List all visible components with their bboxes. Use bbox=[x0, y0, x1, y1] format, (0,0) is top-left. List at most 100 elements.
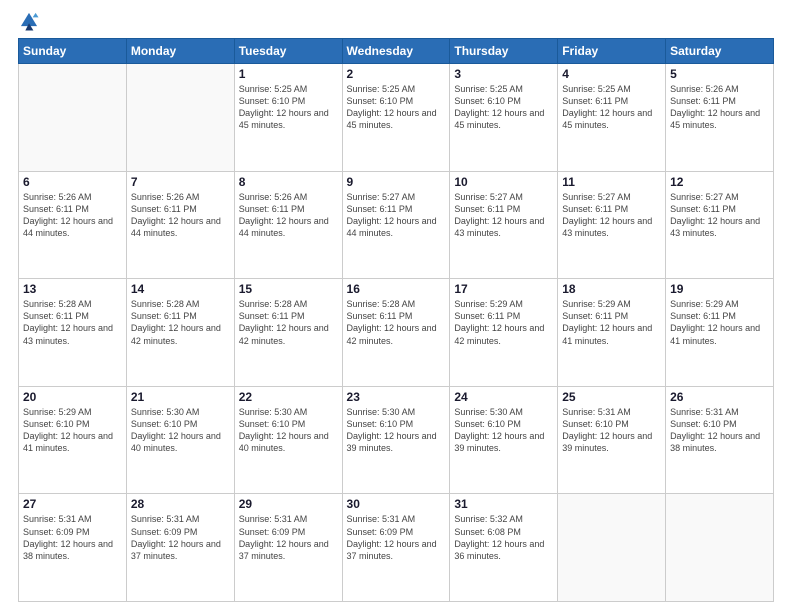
calendar-cell: 19 Sunrise: 5:29 AM Sunset: 6:11 PM Dayli… bbox=[666, 279, 774, 387]
day-number: 15 bbox=[239, 282, 338, 296]
calendar-cell: 28 Sunrise: 5:31 AM Sunset: 6:09 PM Dayli… bbox=[126, 494, 234, 602]
day-info: Sunrise: 5:31 AM Sunset: 6:10 PM Dayligh… bbox=[670, 406, 769, 455]
calendar-cell: 20Sunrise: 5:29 AM Sunset: 6:10 PM Dayli… bbox=[19, 386, 127, 494]
day-number: 19 bbox=[670, 282, 769, 296]
day-number: 11 bbox=[562, 175, 661, 189]
day-number: 31 bbox=[454, 497, 553, 511]
day-number: 24 bbox=[454, 390, 553, 404]
calendar-cell: 23 Sunrise: 5:30 AM Sunset: 6:10 PM Dayli… bbox=[342, 386, 450, 494]
calendar-cell bbox=[126, 64, 234, 172]
calendar-cell: 27 Sunrise: 5:31 AM Sunset: 6:09 PM Dayli… bbox=[19, 494, 127, 602]
calendar-cell: 9 Sunrise: 5:27 AM Sunset: 6:11 PM Daylig… bbox=[342, 171, 450, 279]
day-number: 21 bbox=[131, 390, 230, 404]
column-header-saturday: Saturday bbox=[666, 39, 774, 64]
column-header-sunday: Sunday bbox=[19, 39, 127, 64]
calendar-cell: 30 Sunrise: 5:31 AM Sunset: 6:09 PM Dayli… bbox=[342, 494, 450, 602]
column-header-monday: Monday bbox=[126, 39, 234, 64]
day-number: 8 bbox=[239, 175, 338, 189]
calendar-cell: 4 Sunrise: 5:25 AM Sunset: 6:11 PM Daylig… bbox=[558, 64, 666, 172]
day-info: Sunrise: 5:28 AM Sunset: 6:11 PM Dayligh… bbox=[23, 298, 122, 347]
calendar-cell: 2Sunrise: 5:25 AM Sunset: 6:10 PM Daylig… bbox=[342, 64, 450, 172]
day-number: 5 bbox=[670, 67, 769, 81]
calendar-cell: 5 Sunrise: 5:26 AM Sunset: 6:11 PM Daylig… bbox=[666, 64, 774, 172]
calendar-cell: 31Sunrise: 5:32 AM Sunset: 6:08 PM Dayli… bbox=[450, 494, 558, 602]
calendar-cell: 17 Sunrise: 5:29 AM Sunset: 6:11 PM Dayli… bbox=[450, 279, 558, 387]
day-info: Sunrise: 5:27 AM Sunset: 6:11 PM Dayligh… bbox=[347, 191, 446, 240]
day-number: 26 bbox=[670, 390, 769, 404]
day-number: 27 bbox=[23, 497, 122, 511]
day-info: Sunrise: 5:28 AM Sunset: 6:11 PM Dayligh… bbox=[131, 298, 230, 347]
day-info: Sunrise: 5:31 AM Sunset: 6:09 PM Dayligh… bbox=[347, 513, 446, 562]
calendar-cell: 3Sunrise: 5:25 AM Sunset: 6:10 PM Daylig… bbox=[450, 64, 558, 172]
calendar-cell: 7 Sunrise: 5:26 AM Sunset: 6:11 PM Daylig… bbox=[126, 171, 234, 279]
calendar-cell: 29Sunrise: 5:31 AM Sunset: 6:09 PM Dayli… bbox=[234, 494, 342, 602]
day-info: Sunrise: 5:29 AM Sunset: 6:11 PM Dayligh… bbox=[670, 298, 769, 347]
day-number: 12 bbox=[670, 175, 769, 189]
day-number: 22 bbox=[239, 390, 338, 404]
calendar-cell: 22 Sunrise: 5:30 AM Sunset: 6:10 PM Dayli… bbox=[234, 386, 342, 494]
page: SundayMondayTuesdayWednesdayThursdayFrid… bbox=[0, 0, 792, 612]
calendar-cell: 13Sunrise: 5:28 AM Sunset: 6:11 PM Dayli… bbox=[19, 279, 127, 387]
day-info: Sunrise: 5:26 AM Sunset: 6:11 PM Dayligh… bbox=[239, 191, 338, 240]
calendar-cell: 21 Sunrise: 5:30 AM Sunset: 6:10 PM Dayli… bbox=[126, 386, 234, 494]
day-info: Sunrise: 5:25 AM Sunset: 6:10 PM Dayligh… bbox=[347, 83, 446, 132]
day-info: Sunrise: 5:29 AM Sunset: 6:11 PM Dayligh… bbox=[454, 298, 553, 347]
day-info: Sunrise: 5:30 AM Sunset: 6:10 PM Dayligh… bbox=[347, 406, 446, 455]
day-info: Sunrise: 5:27 AM Sunset: 6:11 PM Dayligh… bbox=[562, 191, 661, 240]
day-number: 3 bbox=[454, 67, 553, 81]
calendar-cell: 14 Sunrise: 5:28 AM Sunset: 6:11 PM Dayli… bbox=[126, 279, 234, 387]
day-info: Sunrise: 5:30 AM Sunset: 6:10 PM Dayligh… bbox=[239, 406, 338, 455]
day-info: Sunrise: 5:25 AM Sunset: 6:10 PM Dayligh… bbox=[239, 83, 338, 132]
calendar-cell: 18Sunrise: 5:29 AM Sunset: 6:11 PM Dayli… bbox=[558, 279, 666, 387]
day-info: Sunrise: 5:27 AM Sunset: 6:11 PM Dayligh… bbox=[670, 191, 769, 240]
day-info: Sunrise: 5:29 AM Sunset: 6:10 PM Dayligh… bbox=[23, 406, 122, 455]
header bbox=[18, 10, 774, 32]
calendar-cell bbox=[666, 494, 774, 602]
day-info: Sunrise: 5:26 AM Sunset: 6:11 PM Dayligh… bbox=[670, 83, 769, 132]
day-info: Sunrise: 5:26 AM Sunset: 6:11 PM Dayligh… bbox=[131, 191, 230, 240]
week-row-5: 27 Sunrise: 5:31 AM Sunset: 6:09 PM Dayli… bbox=[19, 494, 774, 602]
calendar-cell: 6Sunrise: 5:26 AM Sunset: 6:11 PM Daylig… bbox=[19, 171, 127, 279]
calendar-cell: 15 Sunrise: 5:28 AM Sunset: 6:11 PM Dayli… bbox=[234, 279, 342, 387]
day-number: 18 bbox=[562, 282, 661, 296]
week-row-4: 20Sunrise: 5:29 AM Sunset: 6:10 PM Dayli… bbox=[19, 386, 774, 494]
day-number: 28 bbox=[131, 497, 230, 511]
column-header-thursday: Thursday bbox=[450, 39, 558, 64]
day-info: Sunrise: 5:27 AM Sunset: 6:11 PM Dayligh… bbox=[454, 191, 553, 240]
calendar-cell: 24Sunrise: 5:30 AM Sunset: 6:10 PM Dayli… bbox=[450, 386, 558, 494]
calendar-cell: 10 Sunrise: 5:27 AM Sunset: 6:11 PM Dayli… bbox=[450, 171, 558, 279]
day-info: Sunrise: 5:30 AM Sunset: 6:10 PM Dayligh… bbox=[131, 406, 230, 455]
day-number: 7 bbox=[131, 175, 230, 189]
calendar-table: SundayMondayTuesdayWednesdayThursdayFrid… bbox=[18, 38, 774, 602]
calendar-cell bbox=[19, 64, 127, 172]
calendar-cell: 8 Sunrise: 5:26 AM Sunset: 6:11 PM Daylig… bbox=[234, 171, 342, 279]
day-number: 1 bbox=[239, 67, 338, 81]
header-row: SundayMondayTuesdayWednesdayThursdayFrid… bbox=[19, 39, 774, 64]
column-header-tuesday: Tuesday bbox=[234, 39, 342, 64]
calendar-cell: 12 Sunrise: 5:27 AM Sunset: 6:11 PM Dayli… bbox=[666, 171, 774, 279]
column-header-wednesday: Wednesday bbox=[342, 39, 450, 64]
week-row-2: 6Sunrise: 5:26 AM Sunset: 6:11 PM Daylig… bbox=[19, 171, 774, 279]
logo-icon bbox=[18, 10, 40, 32]
day-info: Sunrise: 5:28 AM Sunset: 6:11 PM Dayligh… bbox=[239, 298, 338, 347]
day-number: 17 bbox=[454, 282, 553, 296]
day-number: 9 bbox=[347, 175, 446, 189]
day-info: Sunrise: 5:31 AM Sunset: 6:09 PM Dayligh… bbox=[131, 513, 230, 562]
day-info: Sunrise: 5:26 AM Sunset: 6:11 PM Dayligh… bbox=[23, 191, 122, 240]
day-info: Sunrise: 5:31 AM Sunset: 6:09 PM Dayligh… bbox=[239, 513, 338, 562]
calendar-cell: 26 Sunrise: 5:31 AM Sunset: 6:10 PM Dayli… bbox=[666, 386, 774, 494]
day-info: Sunrise: 5:31 AM Sunset: 6:09 PM Dayligh… bbox=[23, 513, 122, 562]
day-number: 14 bbox=[131, 282, 230, 296]
day-info: Sunrise: 5:25 AM Sunset: 6:11 PM Dayligh… bbox=[562, 83, 661, 132]
column-header-friday: Friday bbox=[558, 39, 666, 64]
day-number: 4 bbox=[562, 67, 661, 81]
day-number: 23 bbox=[347, 390, 446, 404]
calendar-cell bbox=[558, 494, 666, 602]
calendar-cell: 11 Sunrise: 5:27 AM Sunset: 6:11 PM Dayli… bbox=[558, 171, 666, 279]
day-number: 10 bbox=[454, 175, 553, 189]
day-number: 30 bbox=[347, 497, 446, 511]
day-info: Sunrise: 5:31 AM Sunset: 6:10 PM Dayligh… bbox=[562, 406, 661, 455]
week-row-3: 13Sunrise: 5:28 AM Sunset: 6:11 PM Dayli… bbox=[19, 279, 774, 387]
calendar-cell: 25 Sunrise: 5:31 AM Sunset: 6:10 PM Dayli… bbox=[558, 386, 666, 494]
day-number: 25 bbox=[562, 390, 661, 404]
